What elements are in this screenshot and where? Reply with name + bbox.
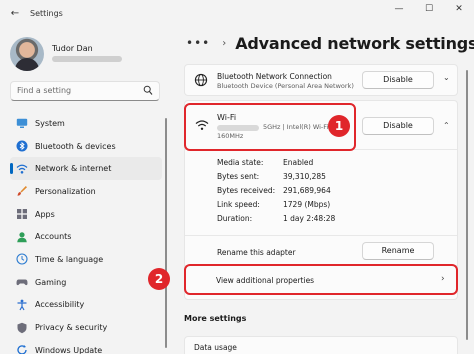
sidebar-item-gaming[interactable]: Gaming (10, 271, 162, 294)
sidebar-nav: System Bluetooth & devices Network & int… (10, 112, 162, 354)
breadcrumb-overflow-button[interactable]: ••• (186, 36, 210, 50)
sidebar-item-privacy-security[interactable]: Privacy & security (10, 316, 162, 339)
sidebar-item-label: Time & language (35, 254, 104, 264)
sidebar-item-label: Network & internet (35, 164, 112, 174)
sidebar-item-label: Privacy & security (35, 323, 108, 333)
sidebar-item-accessibility[interactable]: Accessibility (10, 294, 162, 317)
wifi-icon (16, 163, 28, 175)
callout-number-2: 2 (148, 268, 170, 290)
person-icon (16, 231, 28, 243)
sidebar-item-label: System (35, 118, 65, 128)
user-email-redacted (52, 56, 122, 62)
property-label: Bytes received: (217, 186, 276, 195)
bluetooth-icon (16, 140, 28, 152)
monitor-icon (16, 117, 28, 129)
chevron-down-icon[interactable]: ⌄ (443, 73, 450, 82)
sidebar-scrollbar[interactable] (165, 118, 167, 348)
network-globe-icon (194, 73, 208, 87)
more-settings-heading: More settings (184, 314, 247, 323)
search-input[interactable]: Find a setting (10, 81, 160, 101)
sidebar-item-time-language[interactable]: Time & language (10, 248, 162, 271)
data-usage-row[interactable]: Data usage (184, 336, 458, 354)
callout-number-1: 1 (328, 115, 350, 137)
app-title: Settings (30, 9, 63, 18)
sidebar-item-personalization[interactable]: Personalization (10, 180, 162, 203)
disable-button[interactable]: Disable (362, 71, 434, 89)
maximize-button[interactable]: ☐ (414, 0, 444, 22)
avatar (10, 37, 44, 71)
property-value: Enabled (283, 158, 314, 167)
breadcrumb: ••• › Advanced network settings (186, 32, 474, 54)
divider (185, 235, 457, 236)
disable-button[interactable]: Disable (362, 117, 434, 135)
user-name: Tudor Dan (52, 44, 93, 53)
globe-clock-icon (16, 253, 28, 266)
sidebar-item-windows-update[interactable]: Windows Update (10, 339, 162, 354)
adapter-description: Bluetooth Device (Personal Area Network) (217, 82, 354, 90)
brush-icon (16, 185, 28, 197)
callout-highlight-2 (184, 264, 458, 295)
sidebar-item-network[interactable]: Network & internet (10, 157, 162, 181)
sidebar-item-accounts[interactable]: Accounts (10, 225, 162, 248)
main-scrollbar[interactable] (466, 70, 468, 340)
apps-icon (16, 208, 28, 220)
minimize-button[interactable]: — (384, 0, 414, 22)
sidebar-item-label: Personalization (35, 186, 96, 196)
property-label: Duration: (217, 214, 253, 223)
sidebar-item-bluetooth[interactable]: Bluetooth & devices (10, 135, 162, 158)
property-label: Link speed: (217, 200, 260, 209)
update-icon (16, 344, 28, 354)
bluetooth-adapter-card[interactable]: Bluetooth Network Connection Bluetooth D… (184, 64, 458, 96)
chevron-right-icon: › (222, 37, 227, 49)
sidebar-item-label: Apps (35, 209, 55, 219)
gamepad-icon (16, 276, 28, 288)
property-value: 39,310,285 (283, 172, 326, 181)
sidebar-item-label: Accessibility (35, 300, 85, 310)
sidebar-item-label: Accounts (35, 232, 72, 242)
data-usage-label: Data usage (194, 343, 237, 352)
property-value: 1729 (Mbps) (283, 200, 331, 209)
window-controls: — ☐ ✕ (384, 0, 474, 22)
sidebar-item-label: Gaming (35, 277, 67, 287)
property-value: 291,689,964 (283, 186, 331, 195)
property-label: Bytes sent: (217, 172, 260, 181)
adapter-name: Bluetooth Network Connection (217, 72, 332, 81)
title-bar: ← Settings — ☐ ✕ (0, 0, 474, 28)
property-value: 1 day 2:48:28 (283, 214, 336, 223)
page-title: Advanced network settings (235, 33, 474, 53)
sidebar-item-label: Windows Update (35, 345, 103, 354)
close-button[interactable]: ✕ (444, 0, 474, 22)
sidebar-item-label: Bluetooth & devices (35, 141, 116, 151)
chevron-up-icon[interactable]: ⌃ (443, 121, 450, 130)
sidebar-item-apps[interactable]: Apps (10, 203, 162, 226)
search-placeholder: Find a setting (17, 86, 72, 95)
rename-adapter-label: Rename this adapter (217, 248, 296, 257)
property-label: Media state: (217, 158, 264, 167)
sidebar-item-system[interactable]: System (10, 112, 162, 135)
back-arrow-icon[interactable]: ← (8, 7, 22, 21)
accessibility-icon (16, 299, 28, 311)
shield-icon (16, 322, 28, 334)
rename-button[interactable]: Rename (362, 242, 434, 260)
search-icon (143, 85, 153, 95)
